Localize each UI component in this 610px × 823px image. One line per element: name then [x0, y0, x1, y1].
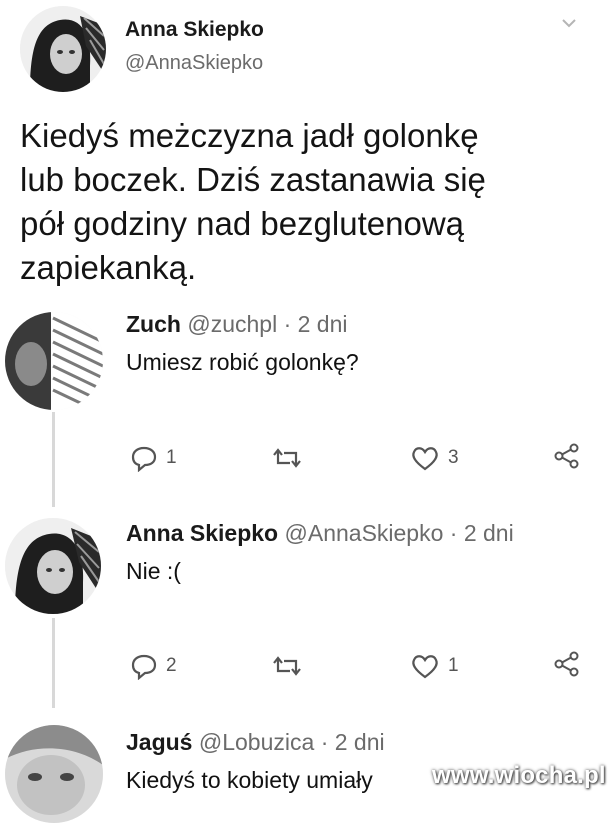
- reply-button[interactable]: 2: [130, 652, 177, 680]
- main-author-handle[interactable]: @AnnaSkiepko: [125, 52, 263, 75]
- tweet-text-line: pół godziny nad bezglutenową: [20, 205, 465, 242]
- share-icon: [554, 651, 579, 677]
- reply-author-name[interactable]: Zuch: [126, 311, 181, 337]
- avatar-jagus[interactable]: [5, 725, 103, 823]
- watermark: www.wiocha.pl: [432, 762, 606, 789]
- main-tweet-text: Kiedyś meżczyzna jadł golonkę lub boczek…: [20, 114, 486, 290]
- profile-photo: [5, 518, 101, 614]
- avatar-anna[interactable]: [5, 518, 101, 614]
- reply-header: Anna Skiepko @AnnaSkiepko · 2 dni: [126, 520, 514, 547]
- main-author-name[interactable]: Anna Skiepko: [125, 18, 264, 42]
- reply-count: 1: [166, 447, 177, 468]
- profile-photo: [20, 6, 106, 92]
- like-button[interactable]: 3: [410, 444, 459, 472]
- reply-text: Kiedyś to kobiety umiały: [126, 767, 373, 793]
- like-icon: [412, 447, 438, 471]
- reply-header: Zuch @zuchpl · 2 dni: [126, 311, 348, 338]
- profile-photo: [5, 312, 103, 410]
- like-button[interactable]: 1: [410, 652, 459, 680]
- reply-author-handle[interactable]: @zuchpl: [187, 311, 277, 337]
- retweet-icon: [273, 448, 301, 468]
- chevron-down-icon[interactable]: [560, 16, 578, 34]
- reply-author-handle[interactable]: @AnnaSkiepko: [285, 520, 444, 546]
- profile-photo: [5, 725, 103, 823]
- share-icon: [554, 443, 579, 469]
- reply-icon: [131, 654, 157, 680]
- like-icon: [412, 655, 438, 679]
- tweet-text-line: zapiekanką.: [20, 249, 197, 286]
- reply-button[interactable]: 1: [130, 444, 177, 472]
- retweet-button[interactable]: [270, 654, 312, 678]
- reply-time[interactable]: · 2 dni: [284, 311, 348, 337]
- reply-header: Jaguś @Lobuzica · 2 dni: [126, 729, 385, 756]
- reply-time[interactable]: · 2 dni: [321, 729, 385, 755]
- thread-line: [52, 618, 55, 708]
- avatar-anna[interactable]: [20, 6, 106, 92]
- reply-time[interactable]: · 2 dni: [450, 520, 514, 546]
- reply-text: Nie :(: [126, 558, 181, 584]
- reply-author-handle[interactable]: @Lobuzica: [199, 729, 314, 755]
- reply-author-name[interactable]: Jaguś: [126, 729, 192, 755]
- avatar-zuch[interactable]: [5, 312, 103, 410]
- reply-text: Umiesz robić golonkę?: [126, 349, 359, 375]
- reply-icon: [131, 446, 157, 472]
- thread-line: [52, 412, 55, 507]
- like-count: 1: [448, 655, 459, 676]
- share-button[interactable]: [553, 650, 581, 678]
- like-count: 3: [448, 447, 459, 468]
- tweet-text-line: Kiedyś meżczyzna jadł golonkę: [20, 117, 479, 154]
- retweet-button[interactable]: [270, 446, 312, 470]
- share-button[interactable]: [553, 442, 581, 470]
- retweet-icon: [273, 656, 301, 676]
- reply-count: 2: [166, 655, 177, 676]
- tweet-text-line: lub boczek. Dziś zastanawia się: [20, 161, 486, 198]
- reply-author-name[interactable]: Anna Skiepko: [126, 520, 278, 546]
